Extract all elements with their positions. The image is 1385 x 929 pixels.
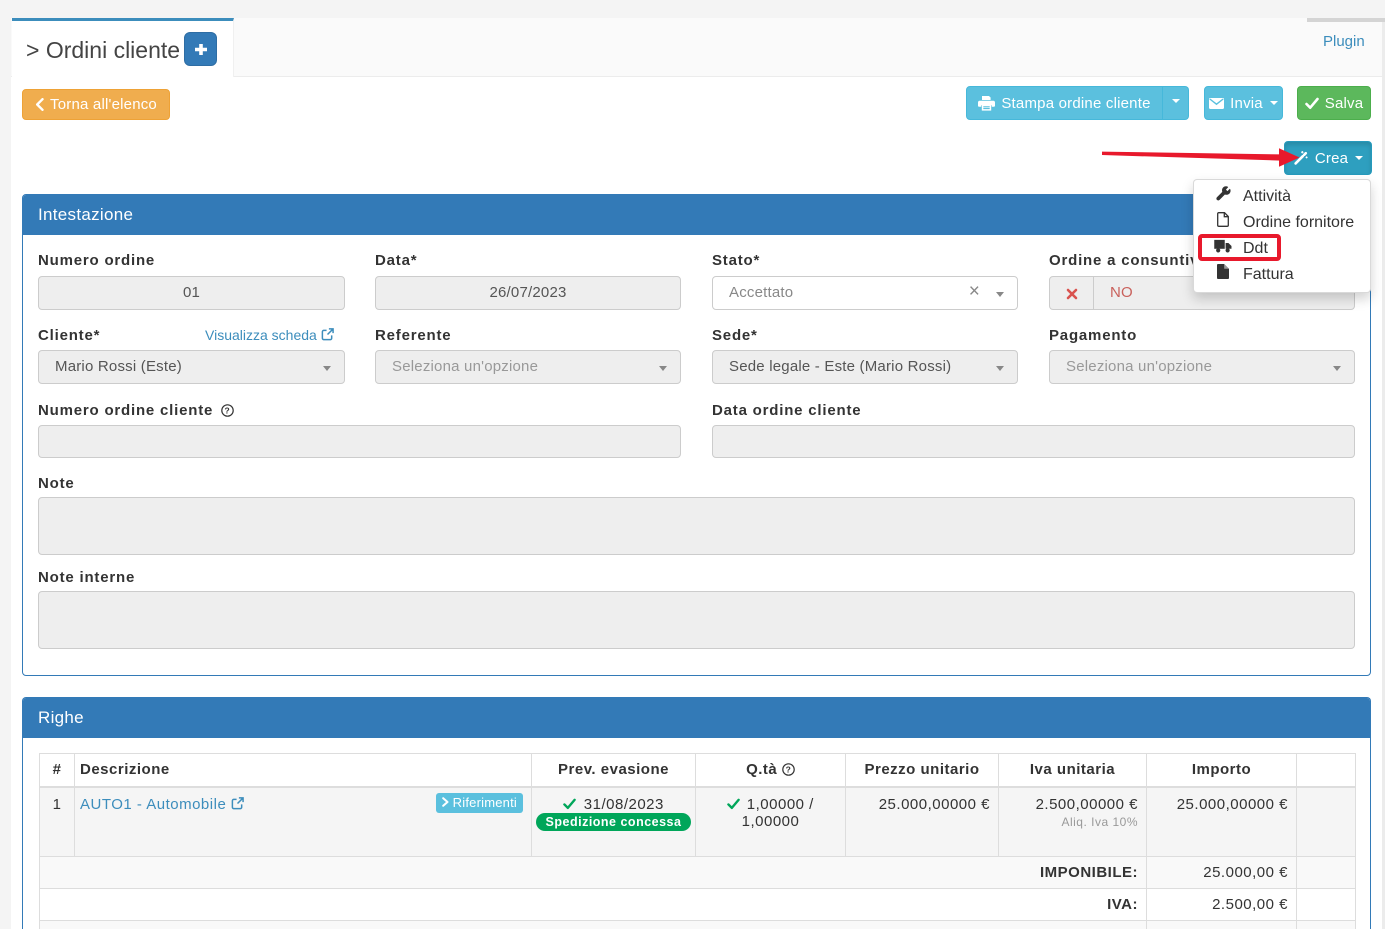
svg-text:?: ? <box>786 765 792 775</box>
svg-text:?: ? <box>225 405 231 415</box>
